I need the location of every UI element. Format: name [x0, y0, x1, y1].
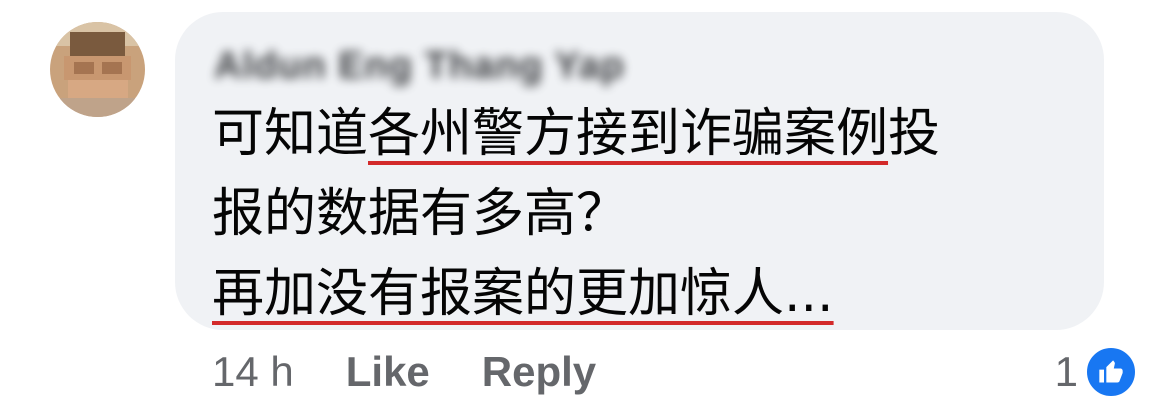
comment-text-segment: 可知道 [212, 104, 369, 164]
comment-underlined-segment: 各州警方接到诈骗案例 [368, 104, 889, 164]
comment-author[interactable]: Aldun Eng Thang Yap [214, 45, 625, 88]
avatar[interactable] [50, 22, 145, 117]
reaction-summary[interactable]: 1 [1055, 342, 1138, 402]
comment-text-segment: 报的数据有多高？ [212, 184, 629, 244]
reaction-count[interactable]: 1 [1055, 348, 1078, 396]
comment-text-segment: 投 [888, 104, 941, 164]
comment-underlined-segment: 再加没有报案的更加惊人... [212, 264, 834, 324]
reply-button[interactable]: Reply [482, 348, 596, 396]
thumbs-up-icon[interactable] [1084, 345, 1138, 399]
comment-line: 可知道各州警方接到诈骗案例投 [212, 94, 1092, 174]
like-button[interactable]: Like [346, 348, 430, 396]
comment-text: 可知道各州警方接到诈骗案例投 报的数据有多高？ 再加没有报案的更加惊人... [212, 94, 1092, 334]
comment-line: 报的数据有多高？ [212, 174, 1092, 254]
comment-actions: 14 h Like Reply [212, 342, 648, 402]
thumbs-up-glyph [1099, 360, 1123, 383]
comment-line: 再加没有报案的更加惊人... [212, 254, 1092, 334]
comment-author-name[interactable]: Aldun Eng Thang Yap [214, 45, 625, 88]
comment-timestamp[interactable]: 14 h [212, 348, 294, 396]
